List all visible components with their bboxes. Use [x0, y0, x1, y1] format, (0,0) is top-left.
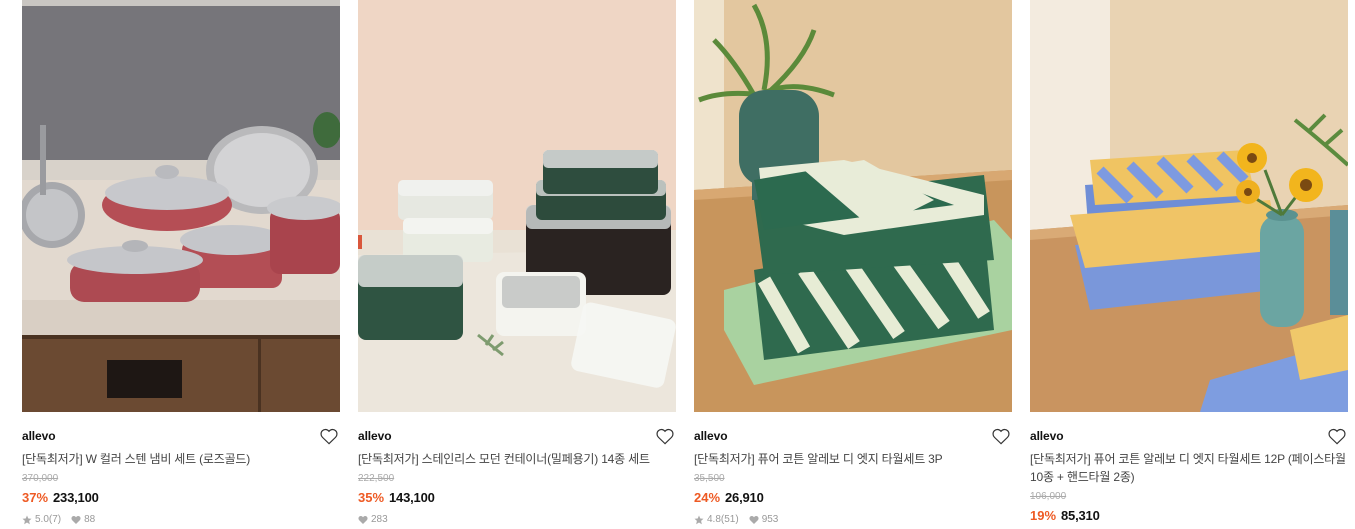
brand-name: allevo [22, 429, 56, 443]
rating: 5.0(7) [22, 514, 61, 525]
product-grid: allevo [단독최저가] W 컬러 스텐 냄비 세트 (로즈골드) 370,… [22, 0, 1348, 525]
wishlist-heart-icon[interactable] [1327, 427, 1347, 445]
review-meta: 5.0(7) 88 [22, 514, 340, 525]
brand-name: allevo [1030, 429, 1064, 443]
star-icon [694, 515, 704, 524]
star-icon [22, 515, 32, 524]
discount-rate: 24% [694, 490, 721, 505]
product-card[interactable]: allevo [단독최저가] 퓨어 코튼 알레보 디 엣지 타월세트 3P 35… [694, 0, 1012, 525]
original-price: 370,000 [22, 473, 59, 484]
discount-rate: 35% [358, 490, 385, 505]
likes: 283 [358, 514, 388, 525]
towel-blue-photo-icon [1030, 0, 1348, 412]
wishlist-heart-icon[interactable] [655, 427, 675, 445]
likes-count: 283 [371, 514, 388, 525]
discount-rate: 19% [1030, 508, 1057, 523]
product-title[interactable]: [단독최저가] 퓨어 코튼 알레보 디 엣지 타월세트 12P (페이스타월 1… [1030, 450, 1348, 486]
product-image-container[interactable] [358, 0, 676, 412]
rating: 4.8(51) [694, 514, 739, 525]
likes-count: 953 [761, 514, 779, 525]
product-image-towel-green[interactable] [694, 0, 1012, 412]
product-image-towel-blue[interactable] [1030, 0, 1348, 412]
price-row: 37% 233,100 [22, 489, 340, 507]
original-price: 106,000 [1030, 491, 1067, 502]
container-photo-icon [358, 0, 676, 412]
discount-rate: 37% [22, 490, 49, 505]
wishlist-heart-icon[interactable] [991, 427, 1011, 445]
product-title[interactable]: [단독최저가] 퓨어 코튼 알레보 디 엣지 타월세트 3P [694, 450, 1012, 468]
product-card[interactable]: allevo [단독최저가] 퓨어 코튼 알레보 디 엣지 타월세트 12P (… [1030, 0, 1348, 525]
product-card[interactable]: allevo [단독최저가] 스테인리스 모던 컨테이너(밀페용기) 14종 세… [358, 0, 676, 525]
rating-value: 4.8(51) [707, 514, 739, 525]
likes: 88 [71, 514, 95, 525]
original-price: 222,500 [358, 473, 395, 484]
heart-filled-icon [749, 515, 759, 524]
towel-green-photo-icon [694, 0, 1012, 412]
sale-price: 143,100 [389, 490, 435, 505]
product-card[interactable]: allevo [단독최저가] W 컬러 스텐 냄비 세트 (로즈골드) 370,… [22, 0, 340, 525]
product-image-cookware[interactable] [22, 0, 340, 412]
brand-name: allevo [694, 429, 728, 443]
product-title[interactable]: [단독최저가] 스테인리스 모던 컨테이너(밀페용기) 14종 세트 [358, 450, 676, 468]
heart-filled-icon [71, 515, 81, 524]
likes-count: 88 [84, 514, 96, 525]
brand-name: allevo [358, 429, 392, 443]
price-row: 35% 143,100 [358, 489, 676, 507]
sale-price: 233,100 [53, 490, 99, 505]
rating-value: 5.0(7) [35, 514, 62, 525]
original-price: 35,500 [694, 473, 725, 484]
review-meta: 4.8(51) 953 [694, 514, 1012, 525]
sale-price: 26,910 [725, 490, 764, 505]
wishlist-heart-icon[interactable] [319, 427, 339, 445]
sale-price: 85,310 [1061, 508, 1100, 523]
cookware-photo-icon [22, 0, 340, 412]
heart-filled-icon [358, 515, 368, 524]
review-meta: 283 [358, 514, 676, 525]
price-row: 19% 85,310 [1030, 507, 1348, 525]
product-title[interactable]: [단독최저가] W 컬러 스텐 냄비 세트 (로즈골드) [22, 450, 340, 468]
price-row: 24% 26,910 [694, 489, 1012, 507]
likes: 953 [749, 514, 779, 525]
